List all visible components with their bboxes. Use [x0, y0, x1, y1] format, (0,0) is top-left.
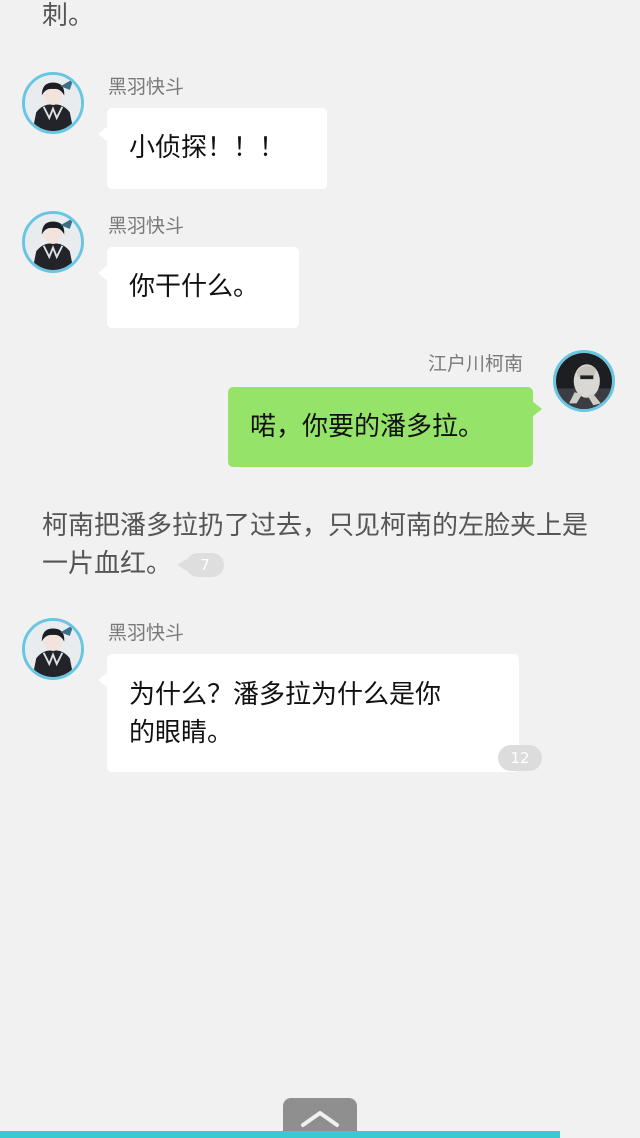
- narration-text-body: 柯南把潘多拉扔了过去，只见柯南的左脸夹上是一片血红。: [42, 511, 589, 579]
- character-avatar-icon: [25, 621, 81, 677]
- avatar-conan[interactable]: [553, 350, 615, 412]
- message-bubble-incoming[interactable]: 小侦探！！！: [98, 108, 327, 189]
- message-bubble-outgoing[interactable]: 喏，你要的潘多拉。: [228, 387, 542, 467]
- avatar-kaito[interactable]: [22, 211, 84, 273]
- message-text: 你干什么。: [129, 272, 260, 302]
- message-text-line: 为什么？潘多拉为什么是你: [129, 680, 442, 710]
- reading-progress-bar: [0, 1131, 640, 1138]
- character-avatar-icon: [25, 75, 81, 131]
- comment-count-badge[interactable]: 12: [498, 745, 542, 771]
- sender-name: 黑羽快斗: [108, 215, 185, 237]
- comment-count-badge[interactable]: 7: [177, 552, 225, 577]
- narration-text-top: 刺。: [42, 1, 95, 31]
- reading-progress-fill: [0, 1131, 560, 1138]
- character-avatar-icon: [25, 214, 81, 270]
- message-bubble-incoming[interactable]: 你干什么。: [98, 247, 299, 328]
- avatar-kaito[interactable]: [22, 72, 84, 134]
- avatar-kaito[interactable]: [22, 618, 84, 680]
- sender-name: 黑羽快斗: [108, 622, 185, 644]
- message-text: 喏，你要的潘多拉。: [250, 412, 485, 442]
- sender-name: 江户川柯南: [428, 353, 524, 375]
- character-avatar-icon: [556, 353, 612, 409]
- message-bubble-incoming[interactable]: 为什么？潘多拉为什么是你 的眼睛。: [98, 654, 519, 772]
- message-text-line: 的眼睛。: [129, 718, 234, 748]
- sender-name: 黑羽快斗: [108, 76, 185, 98]
- narration-text: 柯南把潘多拉扔了过去，只见柯南的左脸夹上是一片血红。 7: [42, 507, 602, 583]
- chat-story-page: 刺。 黑羽快斗 小侦探！！！ 黑羽快斗 你干什么。 江户川柯南 喏，你要的潘多拉…: [0, 0, 640, 1138]
- message-text: 小侦探！！！: [129, 133, 286, 163]
